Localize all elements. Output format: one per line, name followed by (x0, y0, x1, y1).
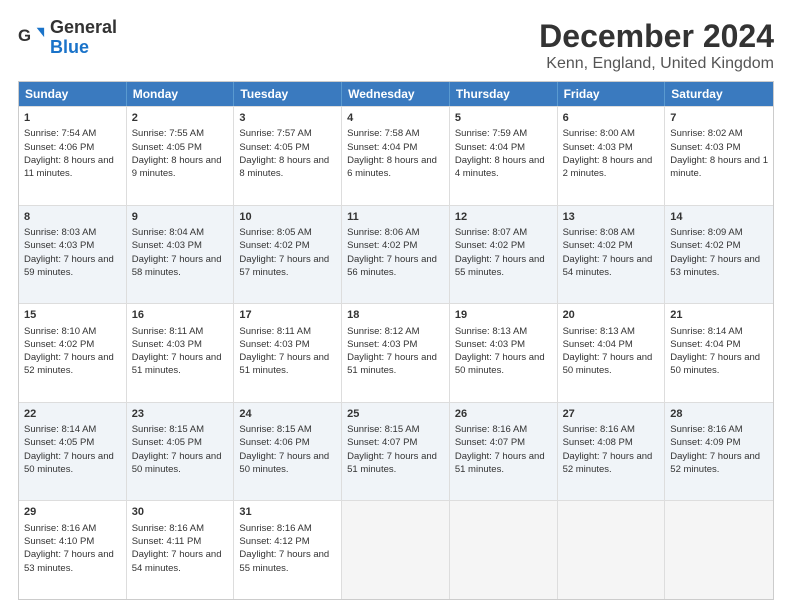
day-20: 20Sunrise: 8:13 AMSunset: 4:04 PMDayligh… (558, 304, 666, 402)
subtitle: Kenn, England, United Kingdom (539, 55, 774, 73)
logo: G GeneralBlue (18, 18, 117, 58)
page-header: G GeneralBlue December 2024 Kenn, Englan… (18, 18, 774, 73)
day-19: 19Sunrise: 8:13 AMSunset: 4:03 PMDayligh… (450, 304, 558, 402)
calendar-body: 1Sunrise: 7:54 AMSunset: 4:06 PMDaylight… (19, 106, 773, 599)
svg-text:G: G (18, 26, 31, 45)
day-12: 12Sunrise: 8:07 AMSunset: 4:02 PMDayligh… (450, 206, 558, 304)
day-17: 17Sunrise: 8:11 AMSunset: 4:03 PMDayligh… (234, 304, 342, 402)
day-18: 18Sunrise: 8:12 AMSunset: 4:03 PMDayligh… (342, 304, 450, 402)
day-30: 30Sunrise: 8:16 AMSunset: 4:11 PMDayligh… (127, 501, 235, 599)
day-empty (665, 501, 773, 599)
day-13: 13Sunrise: 8:08 AMSunset: 4:02 PMDayligh… (558, 206, 666, 304)
day-empty (342, 501, 450, 599)
day-27: 27Sunrise: 8:16 AMSunset: 4:08 PMDayligh… (558, 403, 666, 501)
day-6: 6Sunrise: 8:00 AMSunset: 4:03 PMDaylight… (558, 107, 666, 205)
calendar-header: Sunday Monday Tuesday Wednesday Thursday… (19, 82, 773, 106)
day-21: 21Sunrise: 8:14 AMSunset: 4:04 PMDayligh… (665, 304, 773, 402)
main-title: December 2024 (539, 18, 774, 55)
day-8: 8Sunrise: 8:03 AMSunset: 4:03 PMDaylight… (19, 206, 127, 304)
header-sunday: Sunday (19, 82, 127, 106)
day-16: 16Sunrise: 8:11 AMSunset: 4:03 PMDayligh… (127, 304, 235, 402)
calendar-page: G GeneralBlue December 2024 Kenn, Englan… (0, 0, 792, 612)
day-5: 5Sunrise: 7:59 AMSunset: 4:04 PMDaylight… (450, 107, 558, 205)
day-24: 24Sunrise: 8:15 AMSunset: 4:06 PMDayligh… (234, 403, 342, 501)
day-10: 10Sunrise: 8:05 AMSunset: 4:02 PMDayligh… (234, 206, 342, 304)
day-2: 2Sunrise: 7:55 AMSunset: 4:05 PMDaylight… (127, 107, 235, 205)
calendar-row-4: 22Sunrise: 8:14 AMSunset: 4:05 PMDayligh… (19, 402, 773, 501)
calendar-row-2: 8Sunrise: 8:03 AMSunset: 4:03 PMDaylight… (19, 205, 773, 304)
logo-icon: G (18, 24, 46, 52)
day-4: 4Sunrise: 7:58 AMSunset: 4:04 PMDaylight… (342, 107, 450, 205)
logo-text: GeneralBlue (50, 18, 117, 58)
day-26: 26Sunrise: 8:16 AMSunset: 4:07 PMDayligh… (450, 403, 558, 501)
day-22: 22Sunrise: 8:14 AMSunset: 4:05 PMDayligh… (19, 403, 127, 501)
header-tuesday: Tuesday (234, 82, 342, 106)
day-28: 28Sunrise: 8:16 AMSunset: 4:09 PMDayligh… (665, 403, 773, 501)
day-empty (558, 501, 666, 599)
calendar-row-1: 1Sunrise: 7:54 AMSunset: 4:06 PMDaylight… (19, 106, 773, 205)
day-15: 15Sunrise: 8:10 AMSunset: 4:02 PMDayligh… (19, 304, 127, 402)
day-31: 31Sunrise: 8:16 AMSunset: 4:12 PMDayligh… (234, 501, 342, 599)
day-7: 7Sunrise: 8:02 AMSunset: 4:03 PMDaylight… (665, 107, 773, 205)
calendar-row-3: 15Sunrise: 8:10 AMSunset: 4:02 PMDayligh… (19, 303, 773, 402)
day-25: 25Sunrise: 8:15 AMSunset: 4:07 PMDayligh… (342, 403, 450, 501)
header-monday: Monday (127, 82, 235, 106)
day-23: 23Sunrise: 8:15 AMSunset: 4:05 PMDayligh… (127, 403, 235, 501)
day-3: 3Sunrise: 7:57 AMSunset: 4:05 PMDaylight… (234, 107, 342, 205)
day-14: 14Sunrise: 8:09 AMSunset: 4:02 PMDayligh… (665, 206, 773, 304)
header-wednesday: Wednesday (342, 82, 450, 106)
header-saturday: Saturday (665, 82, 773, 106)
calendar-row-5: 29Sunrise: 8:16 AMSunset: 4:10 PMDayligh… (19, 500, 773, 599)
title-block: December 2024 Kenn, England, United King… (539, 18, 774, 73)
calendar: Sunday Monday Tuesday Wednesday Thursday… (18, 81, 774, 600)
day-1: 1Sunrise: 7:54 AMSunset: 4:06 PMDaylight… (19, 107, 127, 205)
day-9: 9Sunrise: 8:04 AMSunset: 4:03 PMDaylight… (127, 206, 235, 304)
day-29: 29Sunrise: 8:16 AMSunset: 4:10 PMDayligh… (19, 501, 127, 599)
day-empty (450, 501, 558, 599)
header-friday: Friday (558, 82, 666, 106)
header-thursday: Thursday (450, 82, 558, 106)
day-11: 11Sunrise: 8:06 AMSunset: 4:02 PMDayligh… (342, 206, 450, 304)
